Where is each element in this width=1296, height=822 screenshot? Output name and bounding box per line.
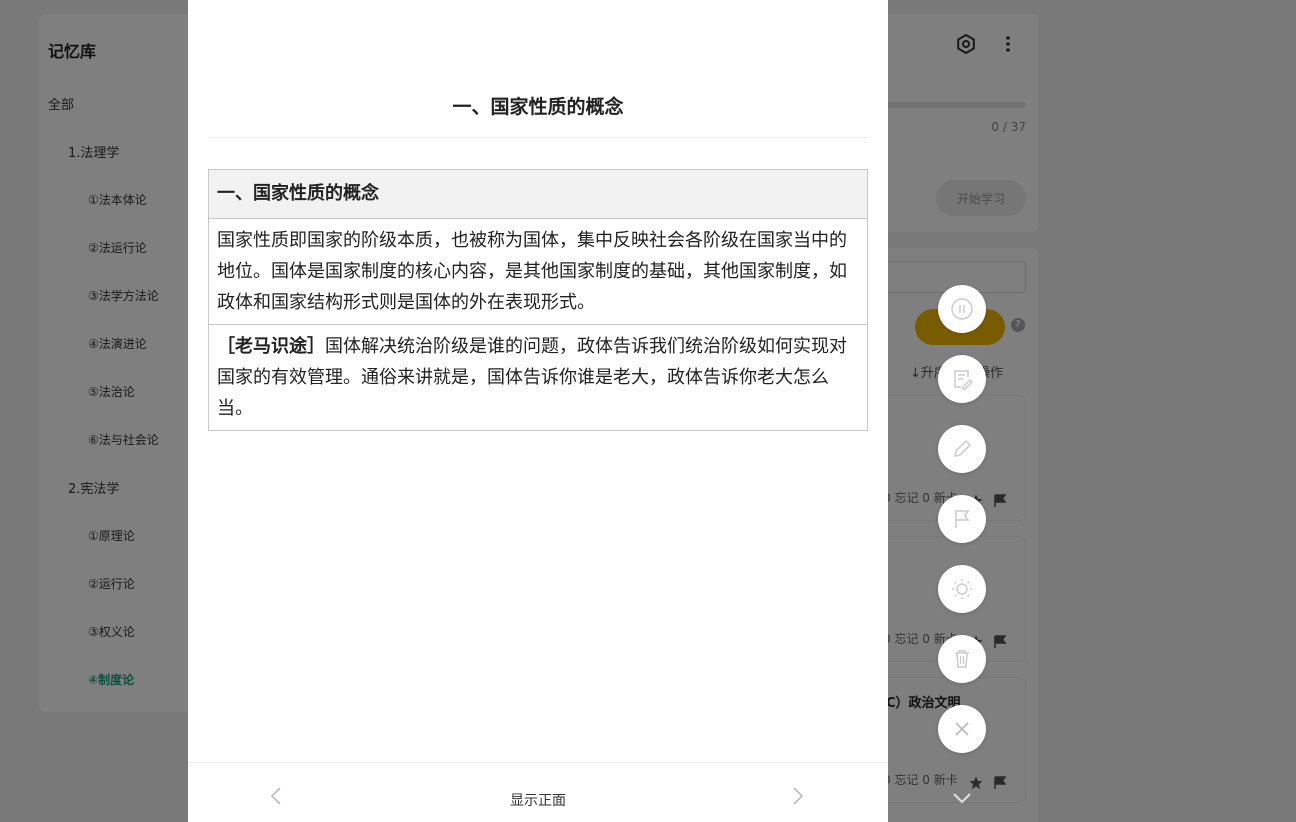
chevron-down-icon[interactable] — [952, 790, 972, 806]
edit-button[interactable] — [938, 425, 986, 473]
table-paragraph: ［老马识途］国体解决统治阶级是谁的问题，政体告诉我们统治阶级如何实现对国家的有效… — [208, 324, 868, 431]
chevron-right-icon[interactable] — [792, 787, 804, 805]
pause-button[interactable] — [938, 285, 986, 333]
tip-label: ［老马识途］ — [217, 336, 325, 357]
delete-button[interactable] — [938, 635, 986, 683]
card-viewer-modal: 一、国家性质的概念 一、国家性质的概念 国家性质即国家的阶级本质，也被称为国体，… — [188, 0, 888, 822]
table-heading: 一、国家性质的概念 — [208, 169, 868, 219]
modal-footer: 显示正面 — [188, 762, 888, 822]
flag-icon — [955, 510, 970, 528]
close-icon — [955, 722, 969, 736]
pencil-icon — [954, 439, 972, 457]
edit-note-icon — [954, 370, 974, 390]
note-table: 一、国家性质的概念 国家性质即国家的阶级本质，也被称为国体，集中反映社会各阶级在… — [208, 169, 868, 431]
brightness-button[interactable] — [938, 565, 986, 613]
card-heading: 一、国家性质的概念 — [208, 92, 868, 138]
pause-icon — [951, 298, 973, 320]
flag-button[interactable] — [938, 495, 986, 543]
sun-icon — [952, 579, 972, 599]
close-button[interactable] — [938, 705, 986, 753]
edit-note-button[interactable] — [938, 355, 986, 403]
trash-icon — [955, 650, 969, 668]
show-front-button[interactable]: 显示正面 — [188, 790, 888, 810]
table-paragraph: 国家性质即国家的阶级本质，也被称为国体，集中反映社会各阶级在国家当中的地位。国体… — [208, 218, 868, 325]
